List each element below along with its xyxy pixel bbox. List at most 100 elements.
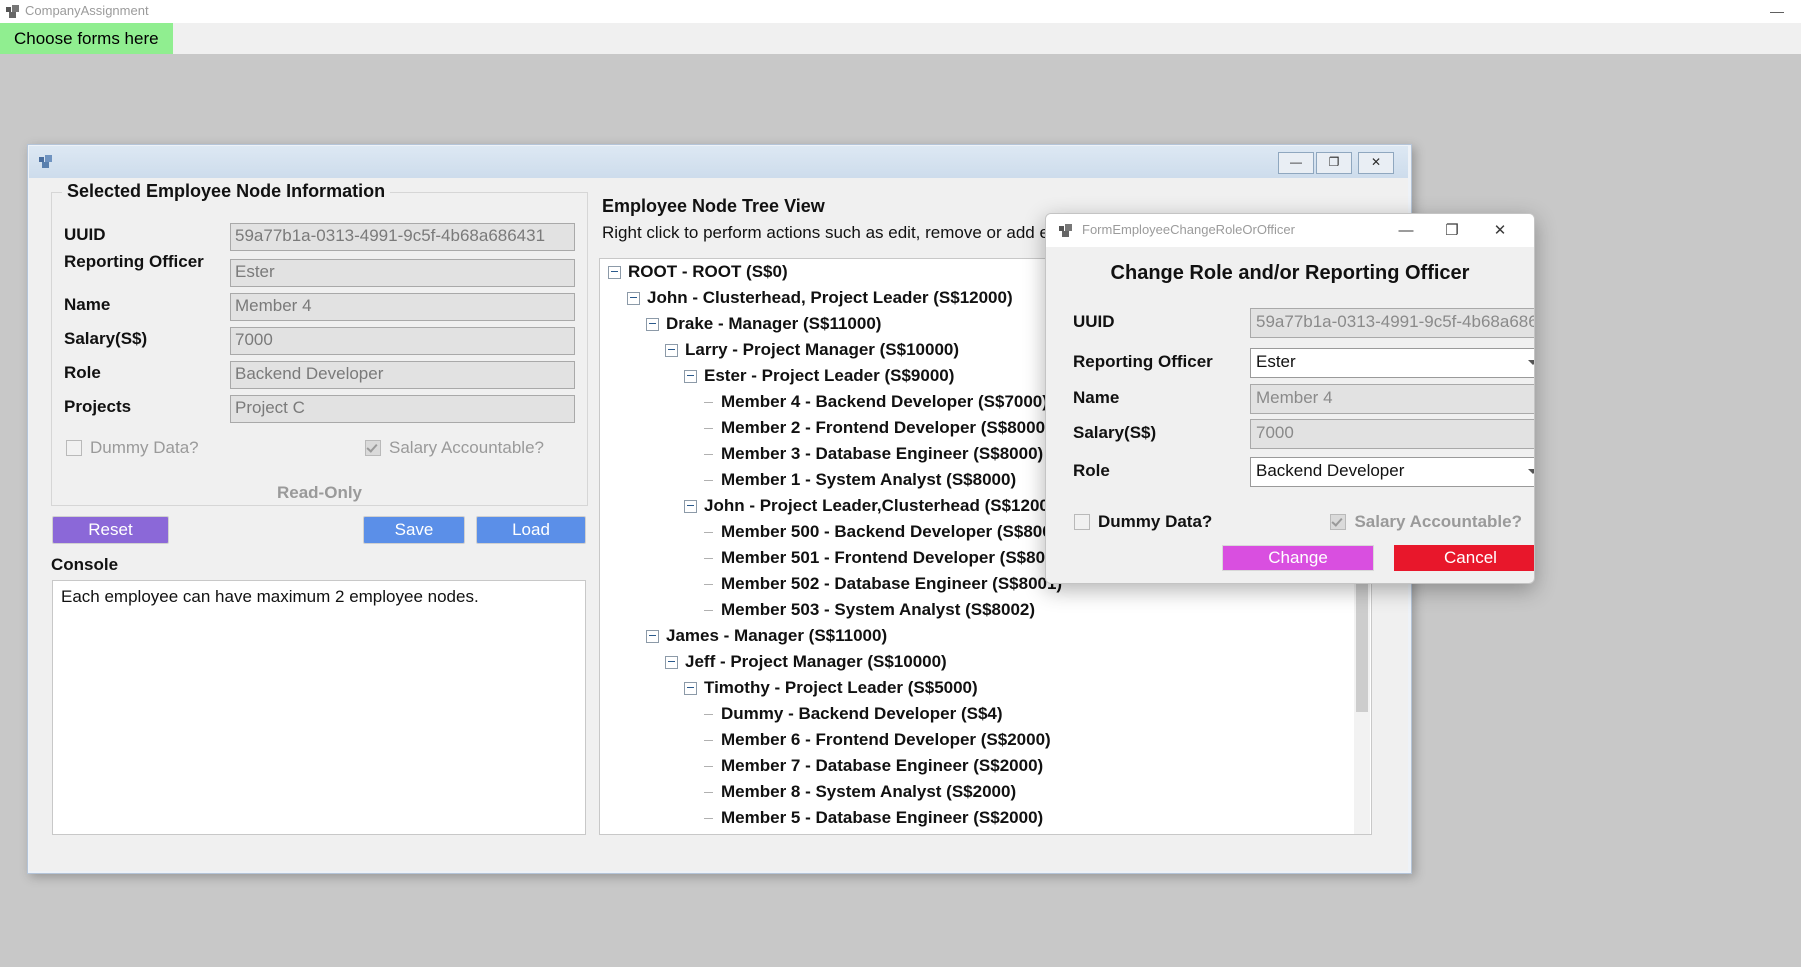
collapse-toggle-icon[interactable]	[608, 266, 621, 280]
dialog-row-name: Name Member 4	[1073, 384, 1534, 416]
dialog-heading: Change Role and/or Reporting Officer	[1110, 262, 1470, 284]
chevron-down-icon	[1528, 360, 1534, 365]
dialog-reporting-officer-select[interactable]: Ester	[1250, 348, 1534, 378]
dialog-row-uuid: UUID 59a77b1a-0313-4991-9c5f-4b68a686	[1073, 308, 1534, 340]
app-titlebar: CompanyAssignment —	[0, 0, 1801, 23]
dialog-change-button[interactable]: Change	[1222, 545, 1374, 571]
console-output[interactable]: Each employee can have maximum 2 employe…	[52, 580, 586, 835]
tree-node[interactable]: James - Manager (S$11000)	[600, 623, 1355, 649]
read-only-note: Read-Only	[276, 483, 363, 502]
tree-node-label: Member 500 - Backend Developer (S$8000)	[721, 522, 1067, 541]
collapse-toggle-icon[interactable]	[684, 682, 697, 696]
tree-node-label: Member 2 - Frontend Developer (S$8000)	[721, 418, 1051, 437]
dialog-salary-field[interactable]: 7000	[1250, 419, 1534, 449]
salary-label: Salary(S$)	[64, 329, 148, 348]
salary-field[interactable]: 7000	[230, 327, 575, 355]
tree-leaf-icon	[703, 579, 714, 590]
child-maximize-button[interactable]: ❐	[1316, 152, 1352, 174]
checkbox-box-icon	[66, 440, 82, 456]
collapse-toggle-icon[interactable]	[684, 500, 697, 514]
projects-field[interactable]: Project C	[230, 395, 575, 423]
tree-node[interactable]: Jeff - Project Manager (S$10000)	[600, 649, 1355, 675]
save-button[interactable]: Save	[363, 516, 465, 544]
tree-node-label: ROOT - ROOT (S$0)	[628, 262, 788, 281]
name-label: Name	[64, 295, 111, 314]
dialog-minimize-button[interactable]: —	[1386, 218, 1426, 244]
field-row-projects: Projects Project C	[64, 395, 576, 423]
tree-leaf-icon	[703, 423, 714, 434]
dialog-dummy-data-label: Dummy Data?	[1098, 512, 1213, 531]
collapse-toggle-icon[interactable]	[646, 630, 659, 644]
tree-leaf-icon	[703, 709, 714, 720]
tree-node-label: Member 4 - Backend Developer (S$7000)	[721, 392, 1048, 411]
tree-node[interactable]: Dummy - Backend Developer (S$4)	[600, 701, 1355, 727]
window-app-icon	[39, 155, 52, 168]
tree-node-label: Member 3 - Database Engineer (S$8000)	[721, 444, 1044, 463]
tree-node[interactable]: Member 8 - System Analyst (S$2000)	[600, 779, 1355, 805]
collapse-toggle-icon[interactable]	[665, 656, 678, 670]
uuid-field[interactable]: 59a77b1a-0313-4991-9c5f-4b68a686431	[230, 223, 575, 251]
dialog-salary-accountable-checkbox[interactable]: Salary Accountable?	[1330, 512, 1522, 532]
reporting-officer-field[interactable]: Ester	[230, 259, 575, 287]
role-field[interactable]: Backend Developer	[230, 361, 575, 389]
selected-employee-groupbox: Selected Employee Node Information UUID …	[51, 181, 588, 506]
tree-node-label: John - Clusterhead, Project Leader (S$12…	[647, 288, 1013, 307]
tree-node-label: Larry - Project Manager (S$10000)	[685, 340, 960, 359]
collapse-toggle-icon[interactable]	[627, 292, 640, 306]
dialog-window-title: FormEmployeeChangeRoleOrOfficer	[1082, 222, 1295, 237]
tree-node-label: Ester - Project Leader (S$9000)	[704, 366, 955, 385]
tree-node-label: James - Manager (S$11000)	[666, 626, 888, 645]
child-close-button[interactable]: ✕	[1358, 152, 1394, 174]
tree-node[interactable]: Member 7 - Database Engineer (S$2000)	[600, 753, 1355, 779]
dialog-role-label: Role	[1073, 461, 1110, 480]
reporting-officer-label: Reporting Officer	[64, 252, 204, 271]
dialog-role-select[interactable]: Backend Developer	[1250, 457, 1534, 487]
field-row-name: Name Member 4	[64, 293, 576, 321]
projects-label: Projects	[64, 397, 132, 416]
name-field[interactable]: Member 4	[230, 293, 575, 321]
dialog-close-button[interactable]: ✕	[1480, 218, 1520, 244]
field-row-role: Role Backend Developer	[64, 361, 576, 389]
dummy-data-checkbox[interactable]: Dummy Data?	[66, 438, 199, 458]
minimize-button[interactable]: —	[1763, 2, 1791, 20]
dummy-data-label: Dummy Data?	[90, 438, 199, 457]
tree-node-label: Member 501 - Frontend Developer (S$8000)	[721, 548, 1070, 567]
selected-employee-legend: Selected Employee Node Information	[62, 181, 391, 202]
menu-item-choose-forms[interactable]: Choose forms here	[0, 23, 173, 54]
console-message: Each employee can have maximum 2 employe…	[61, 587, 479, 606]
dialog-role-value: Backend Developer	[1256, 461, 1405, 480]
collapse-toggle-icon[interactable]	[665, 344, 678, 358]
reset-button[interactable]: Reset	[52, 516, 169, 544]
tree-leaf-icon	[703, 527, 714, 538]
collapse-toggle-icon[interactable]	[646, 318, 659, 332]
menu-strip: Choose forms here	[0, 23, 1801, 55]
dialog-salary-accountable-label: Salary Accountable?	[1354, 512, 1522, 531]
tree-node-label: Dummy - Backend Developer (S$4)	[721, 704, 1003, 723]
tree-node-label: Member 1 - System Analyst (S$8000)	[721, 470, 1017, 489]
child-window-titlebar[interactable]: — ❐ ✕	[29, 146, 1408, 179]
dialog-maximize-button[interactable]: ❐	[1432, 218, 1472, 244]
tree-leaf-icon	[703, 787, 714, 798]
load-button[interactable]: Load	[476, 516, 586, 544]
tree-leaf-icon	[703, 449, 714, 460]
tree-leaf-icon	[703, 735, 714, 746]
dialog-reporting-officer-value: Ester	[1256, 352, 1296, 371]
salary-accountable-checkbox[interactable]: Salary Accountable?	[365, 438, 544, 458]
tree-view-title: Employee Node Tree View	[602, 196, 825, 216]
tree-node[interactable]: Member 6 - Frontend Developer (S$2000)	[600, 727, 1355, 753]
dialog-titlebar[interactable]: FormEmployeeChangeRoleOrOfficer — ❐ ✕	[1046, 214, 1534, 247]
child-minimize-button[interactable]: —	[1278, 152, 1314, 174]
dialog-salary-label: Salary(S$)	[1073, 423, 1157, 442]
tree-node[interactable]: Member 5 - Database Engineer (S$2000)	[600, 805, 1355, 831]
tree-node-label: Drake - Manager (S$11000)	[666, 314, 882, 333]
tree-node-label: Member 7 - Database Engineer (S$2000)	[721, 756, 1044, 775]
tree-node[interactable]: Member 503 - System Analyst (S$8002)	[600, 597, 1355, 623]
collapse-toggle-icon[interactable]	[684, 370, 697, 384]
dialog-name-field[interactable]: Member 4	[1250, 384, 1534, 414]
chevron-down-icon	[1528, 469, 1534, 474]
dialog-uuid-field[interactable]: 59a77b1a-0313-4991-9c5f-4b68a686	[1250, 308, 1534, 338]
tree-node[interactable]: Timothy - Project Leader (S$5000)	[600, 675, 1355, 701]
console-label: Console	[51, 555, 119, 574]
dialog-dummy-data-checkbox[interactable]: Dummy Data?	[1074, 512, 1212, 532]
dialog-cancel-button[interactable]: Cancel	[1394, 545, 1534, 571]
